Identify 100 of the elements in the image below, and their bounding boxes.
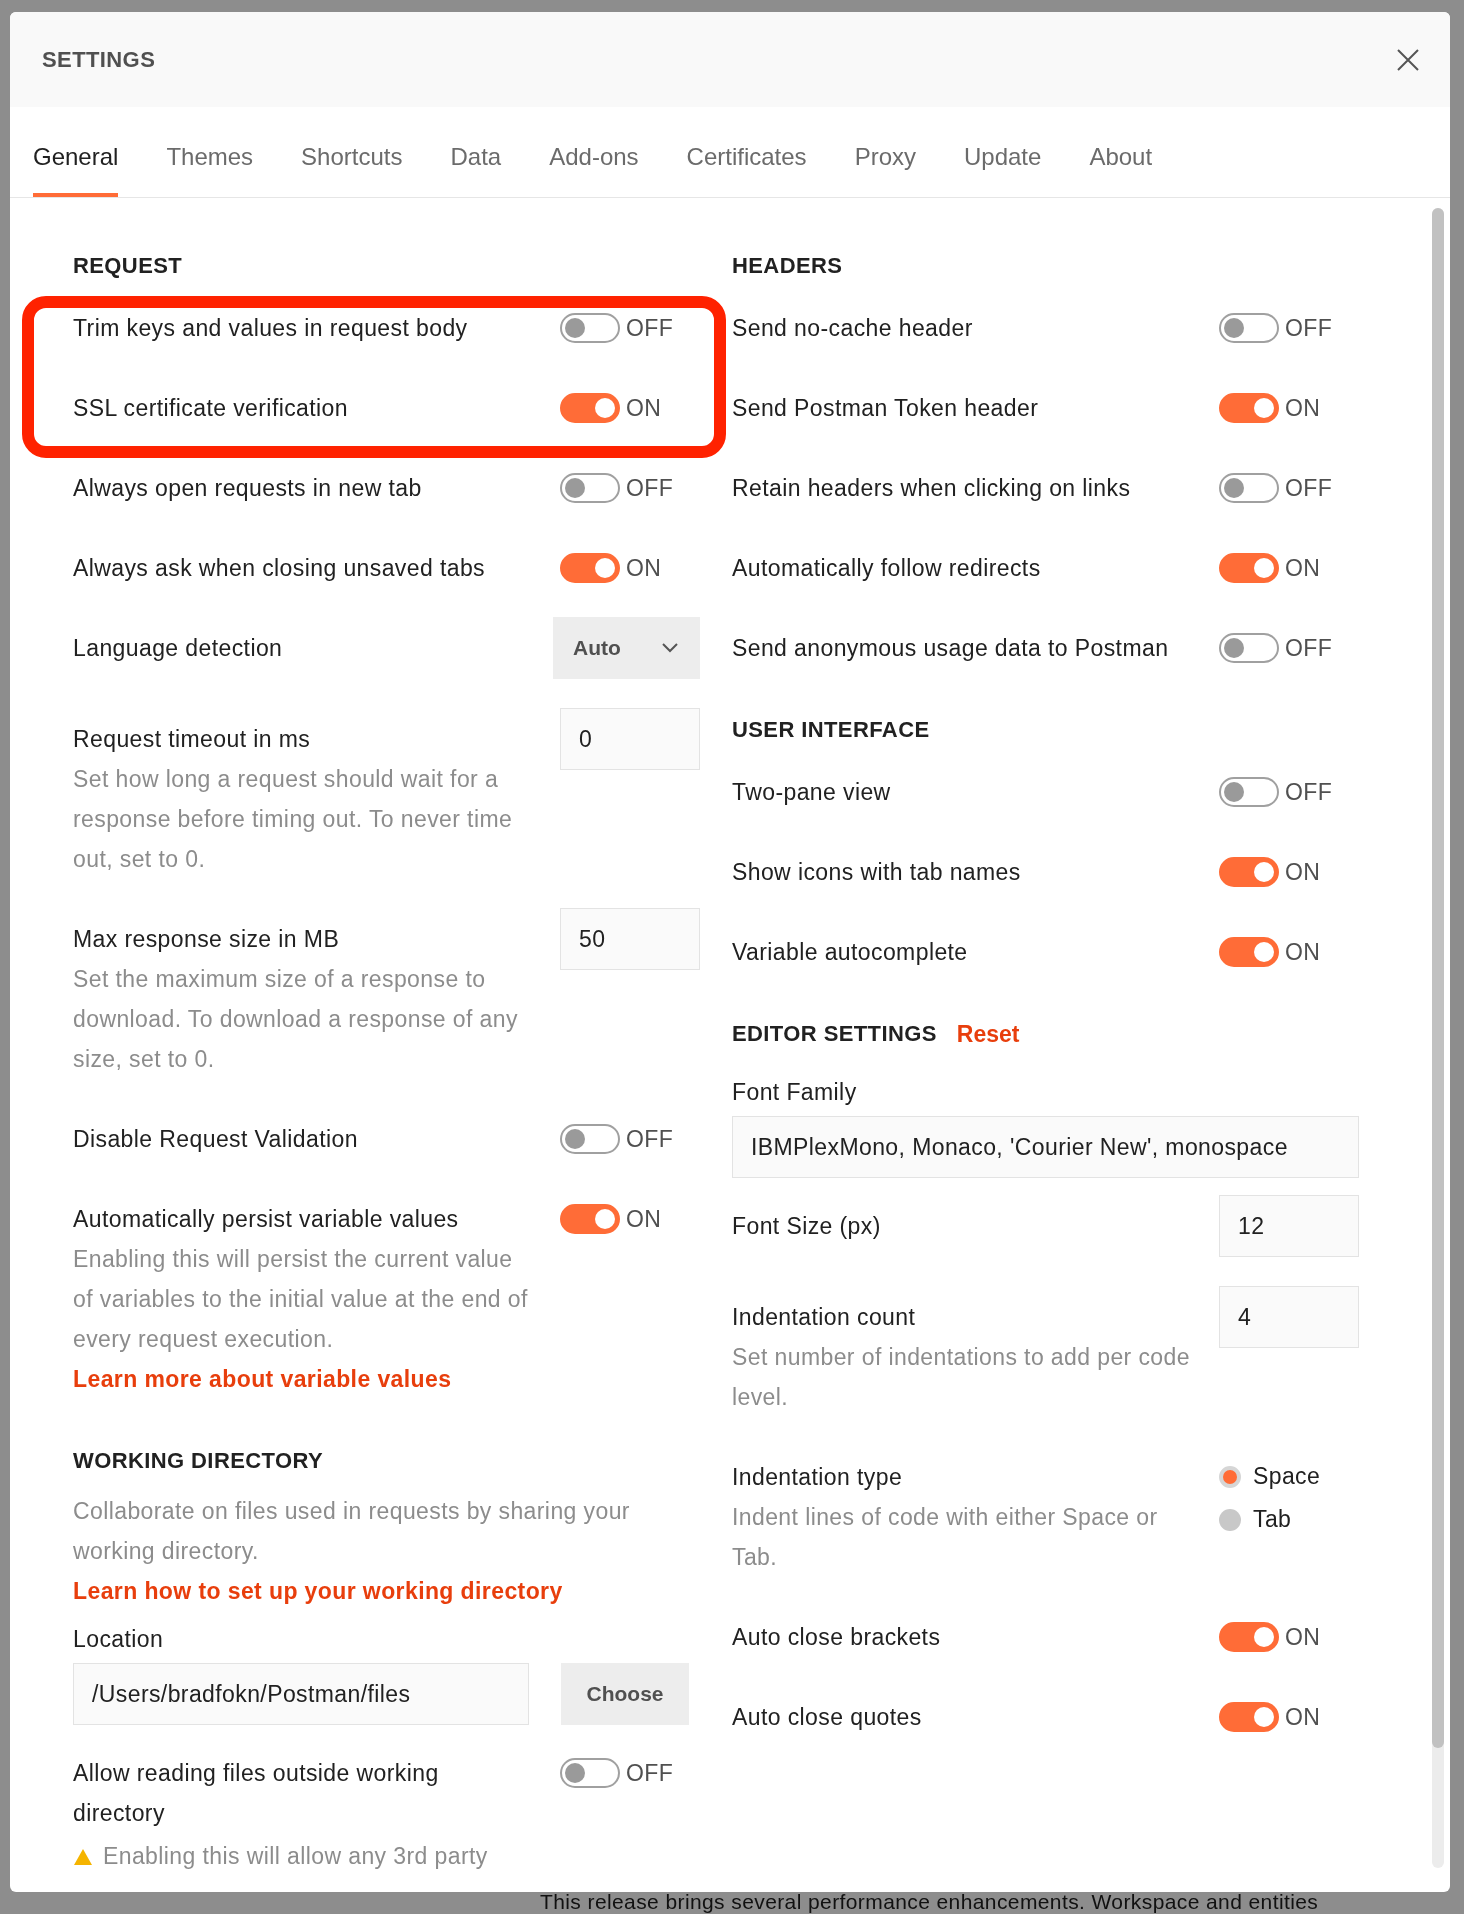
toggle-switch[interactable] xyxy=(1219,313,1279,343)
toggle-state: OFF xyxy=(1285,314,1333,342)
toggle-state: ON xyxy=(626,1205,662,1233)
toggle-switch[interactable] xyxy=(1219,553,1279,583)
toggle-state: OFF xyxy=(626,474,674,502)
setting-label: Auto close brackets xyxy=(732,1624,941,1650)
toggle-state: OFF xyxy=(1285,474,1333,502)
text-field[interactable]: IBMPlexMono, Monaco, 'Courier New', monospace xyxy=(732,1116,1359,1178)
setting-label: Max response size in MB xyxy=(73,926,340,952)
setting-label: Indentation count xyxy=(732,1304,916,1330)
toggle-switch[interactable] xyxy=(1219,937,1279,967)
toggle-switch[interactable] xyxy=(560,473,620,503)
choose-button[interactable]: Choose xyxy=(561,1663,689,1725)
toggle-switch[interactable] xyxy=(560,553,620,583)
setting-label: Allow reading files outside working directory xyxy=(73,1760,439,1826)
toggle-state: OFF xyxy=(1285,634,1333,662)
toggle-state: ON xyxy=(1285,394,1321,422)
toggle-state: ON xyxy=(1285,554,1321,582)
setting-label: Font Size (px) xyxy=(732,1213,881,1239)
setting-label: Automatically persist variable values xyxy=(73,1206,459,1232)
setting-description: Indent lines of code with either Space or Tab. xyxy=(732,1503,1159,1572)
setting-label: Always open requests in new tab xyxy=(73,475,422,501)
radio-label: Space xyxy=(1253,1463,1321,1490)
toggle-state: ON xyxy=(1285,1623,1321,1651)
help-link[interactable]: Learn how to set up your working directory xyxy=(73,1571,563,1611)
setting-label: Auto close quotes xyxy=(732,1704,922,1730)
settings-tab[interactable]: Shortcuts xyxy=(301,107,403,197)
help-link[interactable]: Learn more about variable values xyxy=(73,1359,452,1399)
settings-tab[interactable]: Certificates xyxy=(686,107,807,197)
toggle-switch[interactable] xyxy=(560,393,620,423)
setting-label: Automatically follow redirects xyxy=(732,555,1041,581)
section-heading: USER INTERFACE xyxy=(732,717,930,743)
toggle-switch[interactable] xyxy=(1219,393,1279,423)
setting-label: Location xyxy=(73,1626,164,1652)
warning-text: Enabling this will allow any 3rd party xyxy=(103,1843,488,1870)
section-description: Collaborate on files used in requests by sharing your working directory. xyxy=(73,1497,631,1566)
toggle-switch[interactable] xyxy=(560,1124,620,1154)
toggle-switch[interactable] xyxy=(560,1758,620,1788)
toggle-state: ON xyxy=(1285,858,1321,886)
radio-button[interactable] xyxy=(1219,1465,1241,1488)
toggle-switch[interactable] xyxy=(1219,473,1279,503)
section-heading: HEADERS xyxy=(732,253,843,279)
settings-tab[interactable]: Data xyxy=(450,107,502,197)
settings-tab[interactable]: Update xyxy=(964,107,1042,197)
toggle-state: ON xyxy=(1285,938,1321,966)
background-text: This release brings several performance enhancements. Workspace and entities xyxy=(540,1890,1319,1914)
window-title: SETTINGS xyxy=(42,46,156,73)
radio-label: Tab xyxy=(1253,1506,1292,1533)
setting-label: Send no-cache header xyxy=(732,315,973,341)
setting-description: Set the maximum size of a response to download. To download a response of any size, set to 0. xyxy=(73,965,519,1074)
toggle-state: ON xyxy=(626,554,662,582)
chevron-down-icon xyxy=(662,643,678,653)
setting-label: Retain headers when clicking on links xyxy=(732,475,1131,501)
toggle-state: ON xyxy=(626,394,662,422)
setting-label: Disable Request Validation xyxy=(73,1126,358,1152)
settings-tab[interactable]: Add-ons xyxy=(549,107,639,197)
toggle-state: OFF xyxy=(626,1125,674,1153)
warning-icon xyxy=(73,1847,93,1866)
setting-label: Request timeout in ms xyxy=(73,726,311,752)
toggle-state: ON xyxy=(1285,1703,1321,1731)
reset-link[interactable]: Reset xyxy=(956,1014,1020,1054)
setting-label: Two-pane view xyxy=(732,779,891,805)
toggle-switch[interactable] xyxy=(1219,1622,1279,1652)
setting-description: Enabling this will persist the current value of variables to the initial value at the end of every request execution. xyxy=(73,1245,529,1354)
close-icon[interactable] xyxy=(1396,47,1420,72)
settings-tab[interactable]: Themes xyxy=(166,107,254,197)
toggle-switch[interactable] xyxy=(560,313,620,343)
setting-label: Show icons with tab names xyxy=(732,859,1021,885)
toggle-switch[interactable] xyxy=(1219,857,1279,887)
toggle-switch[interactable] xyxy=(560,1204,620,1234)
setting-label: Indentation type xyxy=(732,1464,903,1490)
setting-label: Variable autocomplete xyxy=(732,939,968,965)
number-field[interactable]: 4 xyxy=(1219,1286,1359,1348)
text-field[interactable]: /Users/bradfokn/Postman/files xyxy=(73,1663,529,1725)
setting-label: Font Family xyxy=(732,1079,857,1105)
toggle-switch[interactable] xyxy=(1219,1702,1279,1732)
toggle-state: OFF xyxy=(626,1759,674,1787)
radio-button[interactable] xyxy=(1219,1508,1241,1531)
toggle-switch[interactable] xyxy=(1219,633,1279,663)
section-heading: EDITOR SETTINGS xyxy=(732,1021,937,1047)
settings-tab[interactable]: General xyxy=(33,107,119,197)
number-field[interactable]: 50 xyxy=(560,908,700,970)
language-dropdown[interactable]: Auto xyxy=(553,617,700,679)
toggle-state: OFF xyxy=(1285,778,1333,806)
section-heading: WORKING DIRECTORY xyxy=(73,1448,324,1474)
setting-description: Set number of indentations to add per code level. xyxy=(732,1343,1191,1412)
settings-tab[interactable]: About xyxy=(1089,107,1153,197)
setting-label: SSL certificate verification xyxy=(73,395,348,421)
settings-tab[interactable]: Proxy xyxy=(854,107,916,197)
setting-label: Trim keys and values in request body xyxy=(73,315,468,341)
scrollbar[interactable] xyxy=(1432,208,1444,1868)
toggle-switch[interactable] xyxy=(1219,777,1279,807)
setting-label: Send Postman Token header xyxy=(732,395,1039,421)
setting-label: Language detection xyxy=(73,635,283,661)
number-field[interactable]: 0 xyxy=(560,708,700,770)
toggle-state: OFF xyxy=(626,314,674,342)
section-heading: REQUEST xyxy=(73,253,183,279)
setting-label: Send anonymous usage data to Postman xyxy=(732,635,1169,661)
setting-label: Always ask when closing unsaved tabs xyxy=(73,555,485,581)
number-field[interactable]: 12 xyxy=(1219,1195,1359,1257)
